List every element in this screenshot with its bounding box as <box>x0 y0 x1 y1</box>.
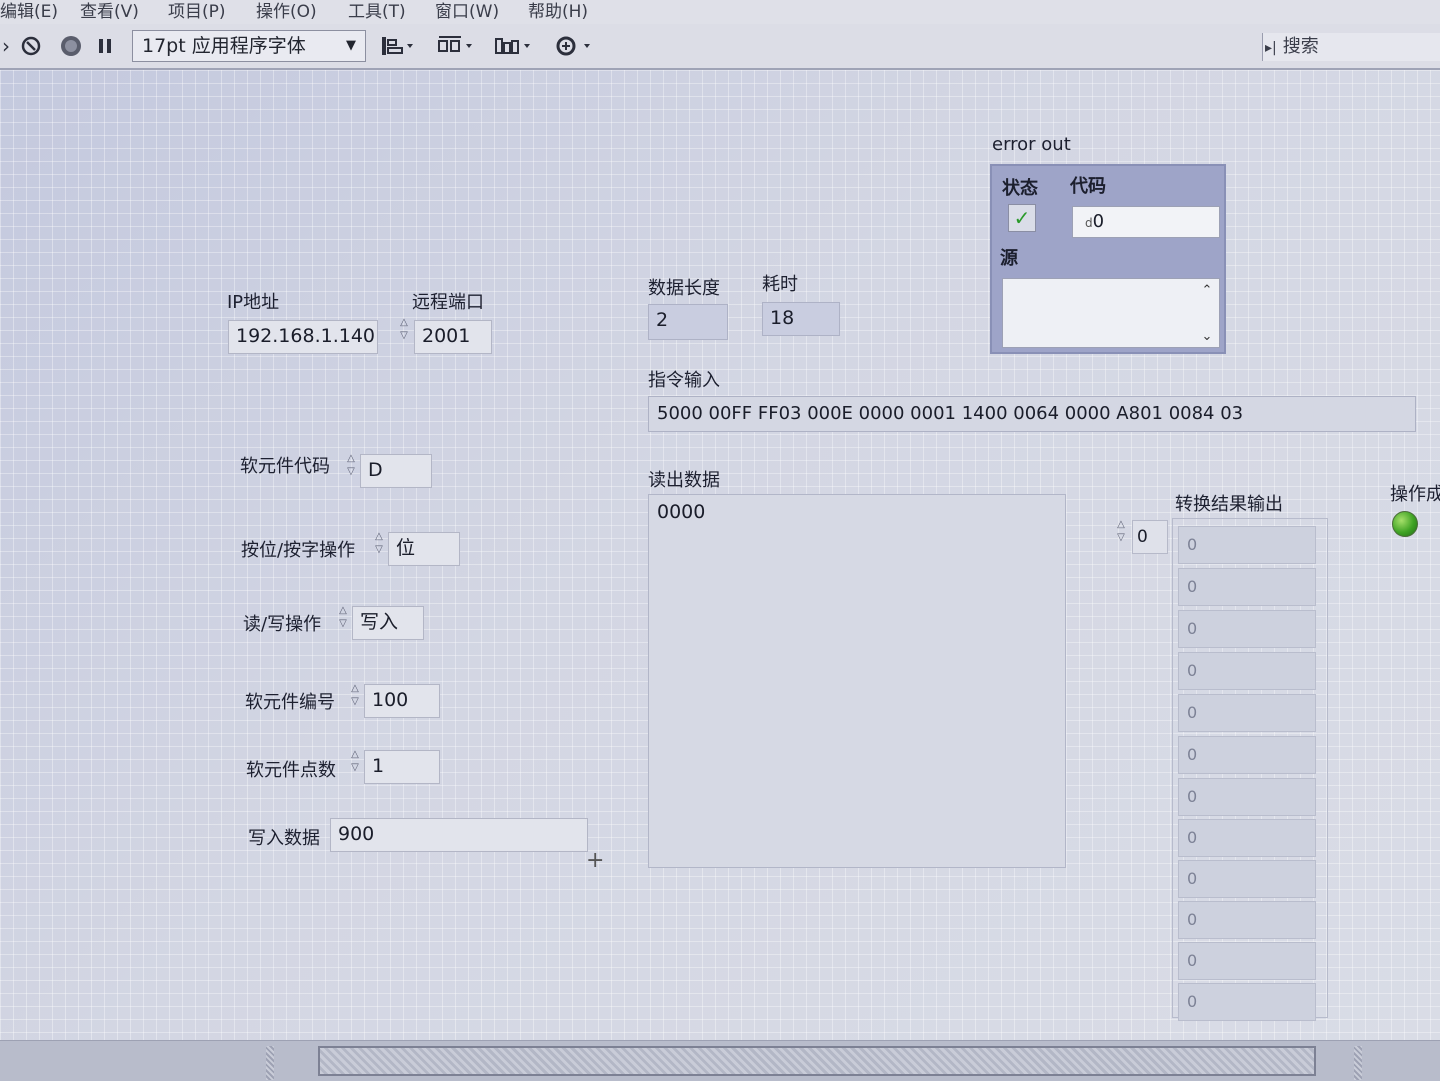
device-code-label: 软元件代码 <box>240 456 330 477</box>
array-element: 0 <box>1178 860 1316 898</box>
read-write-stepper[interactable]: △ ▽ <box>336 604 350 630</box>
scroll-up-icon[interactable]: ⌃ <box>1199 283 1215 298</box>
bit-word-field[interactable]: 位 <box>388 532 460 566</box>
run-arrow-icon[interactable]: › <box>2 33 10 59</box>
elapsed-label: 耗时 <box>762 274 798 295</box>
device-count-field[interactable]: 1 <box>364 750 440 784</box>
status-check-icon: ✓ <box>1008 204 1036 232</box>
menu-bar: 编辑(E) 查看(V) 项目(P) 操作(O) 工具(T) 窗口(W) 帮助(H… <box>0 0 1440 25</box>
reorder-icon[interactable] <box>554 33 594 59</box>
pause-icon[interactable] <box>96 33 116 59</box>
ip-label: IP地址 <box>227 292 280 313</box>
elapsed-indicator: 18 <box>762 302 840 336</box>
array-element: 0 <box>1178 568 1316 606</box>
distribute-icon[interactable] <box>437 33 477 59</box>
menu-help[interactable]: 帮助(H) <box>528 0 588 22</box>
device-number-stepper[interactable]: △ ▽ <box>348 682 362 708</box>
data-length-indicator: 2 <box>648 304 728 340</box>
font-select-value: 17pt 应用程序字体 <box>142 35 306 57</box>
port-label: 远程端口 <box>412 292 484 313</box>
array-element: 0 <box>1178 942 1316 980</box>
scroll-down-icon[interactable]: ⌄ <box>1199 329 1215 344</box>
command-indicator: 5000 00FF FF03 000E 0000 0001 1400 0064 … <box>648 396 1416 432</box>
array-element: 0 <box>1178 694 1316 732</box>
command-label: 指令输入 <box>648 370 720 391</box>
array-index-stepper[interactable]: △ ▽ <box>1114 518 1128 544</box>
error-code-value: 0 <box>1092 211 1105 232</box>
array-element: 0 <box>1178 819 1316 857</box>
crosshair-cursor-icon: + <box>586 848 605 873</box>
error-code-field: d0 <box>1072 206 1220 238</box>
search-placeholder: 搜索 <box>1282 36 1319 57</box>
device-number-field[interactable]: 100 <box>364 684 440 718</box>
bit-word-stepper[interactable]: △ ▽ <box>372 530 386 556</box>
port-stepper[interactable]: △ ▽ <box>397 316 411 342</box>
array-element: 0 <box>1178 652 1316 690</box>
read-write-label: 读/写操作 <box>243 614 322 635</box>
write-data-label: 写入数据 <box>248 828 320 849</box>
op-done-led <box>1392 511 1418 537</box>
array-element: 0 <box>1178 610 1316 648</box>
frame-left-edge <box>266 1046 274 1080</box>
read-data-label: 读出数据 <box>648 470 720 491</box>
run-continuous-icon[interactable] <box>18 33 44 59</box>
device-code-field[interactable]: D <box>360 454 432 488</box>
abort-icon[interactable] <box>58 33 84 59</box>
device-count-label: 软元件点数 <box>246 760 336 781</box>
resize-icon[interactable] <box>494 33 534 59</box>
menu-tools[interactable]: 工具(T) <box>348 0 406 22</box>
write-data-field[interactable]: 900 <box>330 818 588 852</box>
chevron-down-icon: ▼ <box>346 38 356 53</box>
array-element: 0 <box>1178 526 1316 564</box>
device-code-stepper[interactable]: △ ▽ <box>344 452 358 478</box>
array-element: 0 <box>1178 736 1316 774</box>
array-element: 0 <box>1178 901 1316 939</box>
port-field[interactable]: 2001 <box>414 320 492 354</box>
error-source-label: 源 <box>1000 248 1018 269</box>
error-code-label: 代码 <box>1070 176 1106 197</box>
menu-edit[interactable]: 编辑(E) <box>0 0 58 22</box>
array-element: 0 <box>1178 778 1316 816</box>
horizontal-scrollbar[interactable] <box>318 1046 1316 1076</box>
font-select[interactable]: 17pt 应用程序字体 ▼ <box>132 30 366 62</box>
bit-word-label: 按位/按字操作 <box>241 540 356 561</box>
toolbar: › 17pt 应用程序字体 ▼ ▸| 搜索 <box>0 24 1440 70</box>
array-index-field[interactable]: 0 <box>1132 520 1168 554</box>
menu-view[interactable]: 查看(V) <box>80 0 139 22</box>
frame-right-edge <box>1354 1046 1362 1080</box>
device-count-stepper[interactable]: △ ▽ <box>348 748 362 774</box>
op-done-label: 操作成 <box>1390 484 1440 505</box>
read-data-indicator: 0000 <box>648 494 1066 868</box>
align-icon[interactable] <box>380 33 416 59</box>
data-length-label: 数据长度 <box>648 278 720 299</box>
ip-field[interactable]: 192.168.1.140 <box>228 320 378 354</box>
error-out-title: error out <box>992 134 1071 155</box>
read-write-field[interactable]: 写入 <box>352 606 424 640</box>
device-number-label: 软元件编号 <box>245 692 335 713</box>
menu-project[interactable]: 项目(P) <box>168 0 226 22</box>
labview-front-panel: 编辑(E) 查看(V) 项目(P) 操作(O) 工具(T) 窗口(W) 帮助(H… <box>0 0 1440 1081</box>
menu-operate[interactable]: 操作(O) <box>256 0 317 22</box>
error-source-field: ⌃ ⌄ <box>1002 278 1220 348</box>
error-code-prefix: d <box>1085 216 1093 230</box>
menu-window[interactable]: 窗口(W) <box>435 0 499 22</box>
search-icon: ▸| <box>1265 40 1277 56</box>
error-out-cluster: 状态 代码 ✓ d0 源 ⌃ ⌄ <box>990 164 1226 354</box>
search-input[interactable]: ▸| 搜索 <box>1262 33 1440 61</box>
array-element: 0 <box>1178 983 1316 1021</box>
convert-output-label: 转换结果输出 <box>1175 494 1283 515</box>
error-status-label: 状态 <box>1002 178 1038 199</box>
